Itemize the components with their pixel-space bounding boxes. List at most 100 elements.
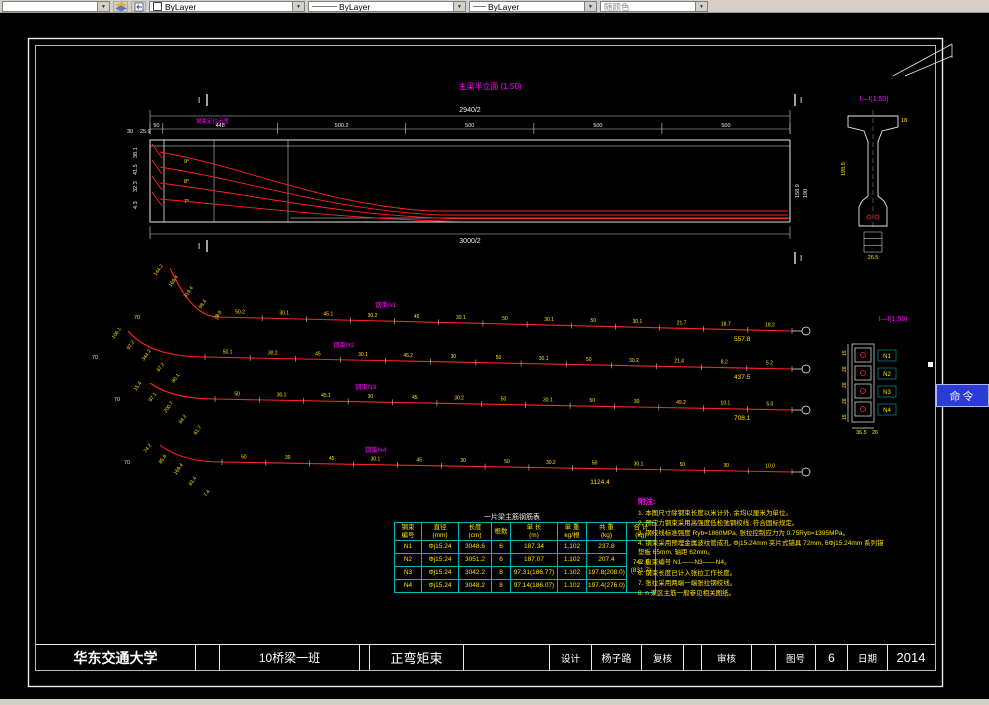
color-combo[interactable]: ByLayer ▼ <box>149 1 305 12</box>
steel-table-body: N1 Φj15.24 3048.6 6 187.34 1.102 237.8 742.6 (83… <box>394 540 656 593</box>
elevation-angle-label: 7° <box>184 199 189 205</box>
linetype-combo-arrow-icon[interactable]: ▼ <box>453 2 465 11</box>
steel-table-header-cell: 单 重 kg/根 <box>557 522 587 541</box>
plotstyle-combo-arrow-icon[interactable]: ▼ <box>695 2 707 11</box>
steel-table-cell: 1.102 <box>557 579 587 593</box>
steel-table-header-cell: 直径 (mm) <box>421 522 459 541</box>
titleblock-drawing-title: 正弯矩束 <box>370 645 464 670</box>
section-top-dim: 198.9 <box>841 162 847 176</box>
tendon-left-offset-dim: 70 <box>124 460 130 466</box>
command-line-tab[interactable]: 命令 <box>936 384 989 407</box>
object-properties-toolbar: ▼ ByLayer ▼ ———— ByLayer ▼ —— ByLayer ▼ … <box>0 0 989 13</box>
color-combo-arrow-icon[interactable]: ▼ <box>292 2 304 11</box>
titleblock-class: 10桥梁一班 <box>220 645 360 670</box>
elevation-seg-dim: 500 <box>593 123 602 129</box>
linetype-glyph: ———— <box>312 3 337 10</box>
elevation-seg-dim: 448 <box>216 123 225 129</box>
steel-table-cell: N4 <box>394 579 422 593</box>
tendon-left-offset-dim: 70 <box>134 315 140 321</box>
anchor-left-dim: 28 <box>842 382 848 388</box>
steel-table-header-row: 钢束 编号 直径 (mm) 长度 (cm) 根数单 长 (m) 单 重 kg/根共 重 … <box>394 522 656 541</box>
note-item: 6. 钢束长度已计入张拉工作长度。 <box>638 569 737 577</box>
tendon-seg-dim: 30.1 <box>358 352 368 358</box>
drawing-canvas[interactable]: 主梁半立面 (1:50) 钢束定位示意 2940/2 3000/2 I—I(1:… <box>0 0 989 705</box>
elevation-seg-dim: 500.2 <box>335 123 349 129</box>
tendon-seg-dim: 30.2 <box>629 358 639 364</box>
steel-table-header-cell: 钢束 编号 <box>394 522 422 541</box>
tendon-seg-dim: 21.7 <box>677 320 687 326</box>
tendon-seg-dim: 50 <box>591 318 597 324</box>
note-item: 3. 钢绞线标准强度 Ryb=1860MPa, 张拉控制应力为 0.75Ryb=… <box>638 530 849 538</box>
elevation-right-dim: 190 <box>803 189 809 198</box>
tendon-seg-dim: 30.1 <box>539 356 549 362</box>
note-item: 7. 张拉采用两端一端张拉钢绞线。 <box>638 579 737 587</box>
tendon-seg-dim: 30.1 <box>543 397 553 403</box>
section-bottom-title: I—I(1:50) <box>878 316 907 323</box>
titleblock-check-label: 复核 <box>642 645 684 670</box>
tendon-total-dim: 708.1 <box>734 415 751 422</box>
steel-table-cell: Φj15.24 <box>421 540 459 554</box>
titleblock-designer: 杨子路 <box>592 645 642 670</box>
steel-table-cell: Φj15.24 <box>421 579 459 593</box>
plotstyle-combo[interactable]: 随颜色 ▼ <box>600 1 708 12</box>
tendon-name-label: 钢束N1 <box>375 301 397 309</box>
elevation-seg-dim: 500 <box>721 123 730 129</box>
title-block: 华东交通大学 10桥梁一班 正弯矩束 设计 杨子路 复核 审核 图号 6 日期 … <box>36 644 935 670</box>
elevation-angle-label: 9° <box>184 159 189 165</box>
plotstyle-combo-value: 随颜色 <box>604 1 630 12</box>
steel-table-cell: 6 <box>491 553 511 567</box>
selection-grip[interactable] <box>928 362 933 367</box>
layer-previous-icon[interactable] <box>131 1 146 12</box>
tendon-name-label: 钢束N2 <box>333 341 355 349</box>
steel-table-row: N2 Φj15.24 3051.2 6 187.07 1.102 207.4 <box>394 553 656 567</box>
tendon-name-label: 钢束N4 <box>365 446 387 454</box>
lineweight-combo-arrow-icon[interactable]: ▼ <box>584 2 596 11</box>
tendon-seg-dim: 50.2 <box>235 310 245 316</box>
layer-combo-arrow-icon[interactable]: ▼ <box>97 2 109 11</box>
section-top-dim: 18 <box>901 118 907 124</box>
tendon-seg-dim: 50 <box>501 397 507 403</box>
steel-table-title: 一片梁主筋钢筋表 <box>484 514 540 521</box>
steel-table-row: N1 Φj15.24 3048.6 6 187.34 1.102 237.8 742.6 (83… <box>394 540 656 593</box>
titleblock-figure-no: 6 <box>816 645 848 670</box>
lineweight-combo[interactable]: —— ByLayer ▼ <box>469 1 597 12</box>
titleblock-gap <box>360 645 370 670</box>
tendon-seg-dim: 18.7 <box>721 321 731 327</box>
steel-table-cell: 8 <box>491 566 511 580</box>
tendon-left-offset-dim: 70 <box>114 397 120 403</box>
tendon-seg-dim: 50.1 <box>223 349 233 355</box>
titleblock-gap <box>752 645 776 670</box>
layer-combo[interactable]: ▼ <box>2 1 110 12</box>
tendon-seg-dim: 50 <box>502 316 508 322</box>
lineweight-glyph: —— <box>473 3 486 10</box>
tendon-seg-dim: 30.1 <box>456 315 466 321</box>
steel-table: 钢束 编号 直径 (mm) 长度 (cm) 根数单 长 (m) 单 重 kg/根共 重 … <box>394 522 656 593</box>
steel-table-cell: 187.34 <box>510 540 558 554</box>
color-combo-value: ByLayer <box>165 1 197 12</box>
anchor-left-dim: 28 <box>842 398 848 404</box>
tendon-name-label: 钢束N3 <box>355 383 377 391</box>
anchor-label: N3 <box>883 390 891 396</box>
notes-block: 附注: 1. 本图尺寸除钢束长度以米计外, 余均以厘米为单位。 2. 预应力钢束采… <box>638 496 888 599</box>
steel-table-cell: 8 <box>491 579 511 593</box>
tendon-seg-dim: 50 <box>234 391 240 397</box>
elevation-bottom-dim: 3000/2 <box>459 238 481 245</box>
layers-icon[interactable] <box>113 1 128 12</box>
steel-table-header-cell: 共 重 (kg) <box>586 522 627 541</box>
section-top-title: I—I(1:50) <box>859 96 888 103</box>
layer-previous-icon-glyph <box>134 2 143 11</box>
linetype-combo[interactable]: ———— ByLayer ▼ <box>308 1 466 12</box>
tendon-seg-dim: 45 <box>315 351 321 357</box>
elevation-left-dim: 32.3 <box>133 181 139 192</box>
tendon-seg-dim: 30.1 <box>634 461 644 467</box>
tendon-seg-dim: 30.1 <box>279 311 289 317</box>
tendon-seg-dim: 30 <box>285 455 291 461</box>
tendon-seg-dim: 21.4 <box>674 359 684 365</box>
note-item: 5. 直束编号 N1——N3——N4。 <box>638 559 731 567</box>
tendon-seg-dim: 30 <box>368 394 374 400</box>
tendon-total-dim: 557.8 <box>734 336 751 343</box>
notes-title: 附注: <box>638 497 656 506</box>
tendon-seg-dim: 10.0 <box>765 464 775 470</box>
steel-table-cell: 3048.2 <box>458 579 492 593</box>
steel-table-cell: 3051.2 <box>458 553 492 567</box>
